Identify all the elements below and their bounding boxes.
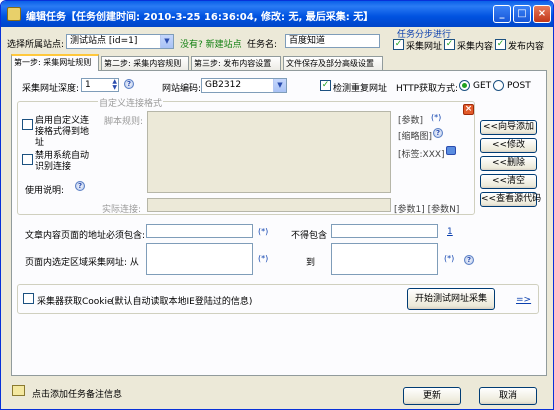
region-to-label: 到 — [306, 258, 316, 268]
chat-icon[interactable] — [446, 146, 456, 155]
expand-arrow-link[interactable]: => — [516, 295, 531, 305]
step-publish-label: 发布内容 — [508, 42, 545, 52]
maximize-button[interactable]: □ — [513, 5, 531, 23]
check-duplicate-label: 检测重复网址 — [333, 84, 388, 94]
close-button[interactable]: × — [533, 5, 551, 23]
minimize-button[interactable]: _ — [493, 5, 511, 23]
get-label: GET — [473, 81, 492, 91]
update-button[interactable]: 更新 — [403, 387, 461, 405]
tab-publish-settings[interactable]: 第三步: 发布内容设置 — [191, 56, 281, 70]
region-from-textarea[interactable] — [146, 243, 253, 275]
params-required-marker: (*) — [431, 113, 442, 122]
region-from-marker: (*) — [258, 254, 269, 263]
tab-url-rules[interactable]: 第一步: 采集网址规则 — [11, 54, 99, 71]
enable-custom-checkbox[interactable] — [22, 119, 33, 130]
actual-link-label: 实际连接: — [102, 205, 142, 215]
http-method-label: HTTP获取方式: — [396, 84, 459, 94]
enable-custom-label: 启用自定义连接格式得到地址 — [35, 116, 90, 148]
disable-auto-checkbox[interactable] — [22, 154, 33, 165]
actual-link-field[interactable] — [147, 198, 391, 212]
step-content-checkbox[interactable]: ✓ — [444, 39, 455, 50]
chevron-down-icon: ▼ — [160, 35, 173, 48]
cookie-checkbox[interactable] — [23, 293, 34, 304]
cookie-note: (默认自动读取本地IE登陆过的信息) — [111, 297, 253, 307]
thumbnail-tag[interactable]: [缩略图] — [398, 129, 432, 142]
must-contain-input[interactable] — [146, 224, 253, 238]
title-bar: 编辑任务【任务创建时间: 2010-3-25 16:36:04, 修改: 无, … — [1, 1, 553, 27]
task-name-label: 任务名: — [247, 40, 278, 50]
spin-arrows-icon[interactable]: ▲ ▼ — [112, 79, 117, 91]
depth-value: 1 — [85, 80, 91, 90]
region-to-textarea[interactable] — [331, 243, 438, 275]
encoding-select[interactable]: GB2312 ▼ — [201, 78, 287, 93]
step-url-label: 采集网址 — [406, 42, 443, 52]
view-source-button[interactable]: <<查看源代码 — [480, 192, 541, 207]
region-from-label: 页面内选定区域采集网址: 从 — [25, 258, 139, 268]
tag-xxx[interactable]: [标签:XXX] — [398, 147, 445, 160]
edit-task-dialog: 编辑任务【任务创建时间: 2010-3-25 16:36:04, 修改: 无, … — [0, 0, 554, 410]
task-name-input[interactable]: 百度知道 — [285, 34, 380, 48]
site-select-value: 测试站点 [id=1] — [70, 36, 138, 46]
step-publish-checkbox[interactable]: ✓ — [495, 39, 506, 50]
site-select[interactable]: 测试站点 [id=1] ▼ — [66, 34, 174, 49]
cookie-label: 采集器获取Cookie — [37, 297, 113, 307]
modify-button[interactable]: <<修改 — [480, 138, 537, 153]
not-contain-label: 不得包含 — [291, 231, 328, 241]
encoding-select-value: GB2312 — [205, 80, 242, 90]
close-icon[interactable]: × — [463, 104, 474, 115]
start-test-button[interactable]: 开始测试网址采集 — [407, 288, 495, 310]
script-rule-textarea[interactable] — [147, 111, 391, 193]
must-contain-label: 文章内容页面的地址必须包含: — [25, 231, 146, 241]
script-label: 脚本规则: — [104, 117, 144, 127]
help-icon[interactable]: ? — [75, 181, 85, 191]
app-icon — [7, 7, 21, 21]
help-icon[interactable]: ? — [124, 79, 134, 89]
params-range-tag: [参数1] [参数N] — [394, 205, 460, 215]
clear-button[interactable]: <<清空 — [480, 174, 537, 189]
site-label: 选择所属站点: — [7, 40, 65, 50]
depth-label: 采集网址深度: — [22, 84, 80, 94]
help-icon[interactable]: ? — [464, 255, 474, 265]
usage-label: 使用说明: — [25, 186, 65, 196]
depth-stepper[interactable]: 1 ▲ ▼ — [81, 78, 119, 92]
get-radio[interactable] — [459, 80, 470, 91]
note-icon — [12, 385, 25, 396]
post-radio[interactable] — [493, 80, 504, 91]
disable-auto-label: 禁用系统自动识别连接 — [35, 151, 90, 172]
delete-button[interactable]: <<删除 — [480, 156, 537, 171]
params-tag[interactable]: [参数] — [398, 113, 423, 126]
step-content-label: 采集内容 — [457, 42, 494, 52]
check-duplicate-checkbox[interactable]: ✓ — [320, 80, 331, 91]
cancel-button[interactable]: 取消 — [479, 387, 537, 405]
tab-content-rules[interactable]: 第二步: 采集内容规则 — [101, 56, 189, 70]
custom-group-title: 自定义连接格式 — [98, 96, 164, 109]
chevron-down-icon: ▼ — [273, 79, 286, 92]
step-url-checkbox[interactable]: ✓ — [393, 39, 404, 50]
new-site-link[interactable]: 没有? 新建站点 — [180, 37, 242, 50]
encoding-label: 网站编码: — [162, 84, 202, 94]
post-label: POST — [507, 81, 531, 91]
window-title: 编辑任务【任务创建时间: 2010-3-25 16:36:04, 修改: 无, … — [26, 12, 374, 23]
must-contain-marker: (*) — [258, 227, 269, 236]
wizard-add-button[interactable]: <<向导添加 — [480, 120, 537, 135]
add-note-link[interactable]: 点击添加任务备注信息 — [32, 387, 122, 400]
region-to-marker: (*) — [444, 254, 455, 263]
not-contain-input[interactable] — [331, 224, 438, 238]
help-icon[interactable]: ? — [433, 128, 443, 138]
tab-file-advanced[interactable]: 文件保存及部分高级设置 — [283, 56, 383, 70]
not-contain-link[interactable]: 1 — [447, 227, 453, 237]
